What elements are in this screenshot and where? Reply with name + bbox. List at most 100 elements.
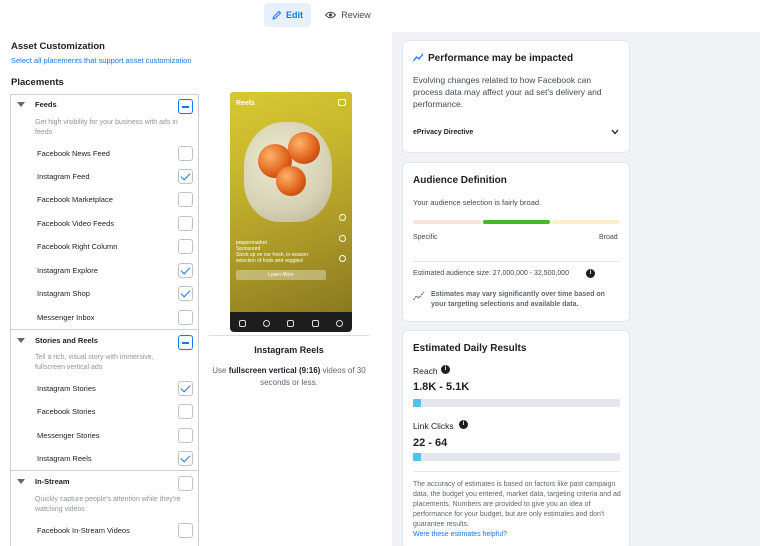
- group-description: Tell a rich, visual story with immersive…: [35, 354, 154, 371]
- link-clicks-progress-fill: [413, 453, 422, 461]
- chevron-down-icon[interactable]: [17, 102, 25, 107]
- estimated-audience-size: Estimated audience size: 27,000,000 - 32…: [413, 270, 570, 277]
- checkbox-instagram-explore[interactable]: [178, 263, 193, 278]
- checkbox-facebook-stories[interactable]: [178, 404, 193, 419]
- reach-value: 1.8K - 5.1K: [413, 381, 470, 393]
- preview-desc-bold: fullscreen vertical (9:16): [228, 366, 321, 375]
- placement-label: Facebook Right Column: [37, 242, 118, 251]
- link-clicks-progress: [413, 453, 620, 461]
- checkbox-facebook-news-feed[interactable]: [178, 146, 193, 161]
- chevron-down-icon[interactable]: [17, 338, 25, 343]
- home-icon: [238, 320, 246, 327]
- peach: [288, 132, 320, 164]
- preview-caption: peppermarket Sponsored Stock up on our f…: [236, 240, 322, 264]
- camera-icon: [338, 99, 346, 106]
- group-name: Feeds: [35, 100, 57, 109]
- audience-meter-current: [483, 220, 550, 224]
- checkbox-facebook-marketplace[interactable]: [178, 192, 193, 207]
- edit-pane: Asset Customization Select all placement…: [0, 32, 392, 546]
- broad-label: Broad: [599, 234, 618, 241]
- share-icon: [339, 255, 346, 262]
- reels-icon: [287, 320, 295, 327]
- group-feeds[interactable]: Feeds: [11, 97, 198, 115]
- estimates-helpful-link[interactable]: Were these estimates helpful?: [413, 531, 507, 538]
- divider: [413, 261, 620, 262]
- group-description: Quickly capture people's attention while…: [35, 496, 181, 513]
- group-in-stream-checkbox[interactable]: [178, 476, 193, 491]
- checkbox-instagram-stories[interactable]: [178, 381, 193, 396]
- select-all-placements-link[interactable]: Select all placements that support asset…: [11, 56, 192, 65]
- audience-meter-broad: [552, 220, 620, 224]
- audience-definition-card: Audience Definition Your audience select…: [402, 162, 630, 322]
- info-icon[interactable]: i: [459, 420, 468, 429]
- placement-label: Facebook Video Feeds: [37, 219, 114, 228]
- top-bar: Edit Review: [0, 0, 760, 32]
- estimates-disclaimer: The accuracy of estimates is based on fa…: [413, 481, 621, 528]
- placements-title: Placements: [11, 77, 64, 88]
- link-clicks-value: 22 - 64: [413, 437, 448, 449]
- audience-meter-specific: [413, 220, 481, 224]
- estimate-note: Estimates may vary significantly over ti…: [431, 291, 605, 308]
- checkbox-facebook-in-stream-videos[interactable]: [178, 523, 193, 538]
- group-feeds-checkbox[interactable]: [178, 99, 193, 114]
- checkbox-instagram-shop[interactable]: [178, 286, 193, 301]
- preview-image: Reels peppermarket Sponsored Stock up on…: [230, 92, 352, 312]
- audience-title: Audience Definition: [413, 175, 507, 186]
- placement-label: Facebook Marketplace: [37, 195, 113, 204]
- checkbox-messenger-inbox[interactable]: [178, 310, 193, 325]
- eprivacy-directive-link[interactable]: ePrivacy Directive: [413, 129, 473, 136]
- performance-card: Performance may be impacted Evolving cha…: [402, 40, 630, 153]
- checkbox-facebook-right-column[interactable]: [178, 239, 193, 254]
- checkbox-facebook-video-feeds[interactable]: [178, 216, 193, 231]
- pencil-icon: [272, 10, 282, 20]
- placement-label: Instagram Reels: [37, 454, 92, 463]
- divider: [11, 470, 198, 471]
- preview-description: Use fullscreen vertical (9:16) videos of…: [209, 365, 369, 389]
- reach-progress-fill: [413, 399, 422, 407]
- divider: [209, 335, 369, 336]
- tab-edit[interactable]: Edit: [264, 3, 311, 27]
- divider: [413, 471, 620, 472]
- group-stories-and-reels[interactable]: Stories and Reels: [11, 333, 198, 351]
- info-icon[interactable]: i: [441, 365, 450, 374]
- checkbox-messenger-stories[interactable]: [178, 428, 193, 443]
- audience-status: Your audience selection is fairly broad.: [413, 198, 542, 207]
- summary-pane: Performance may be impacted Evolving cha…: [392, 32, 760, 546]
- group-description: Get high visibility for your business wi…: [35, 119, 178, 136]
- asset-customization-title: Asset Customization: [11, 41, 105, 52]
- info-icon[interactable]: i: [586, 269, 595, 278]
- placement-label: Messenger Stories: [37, 431, 100, 440]
- placements-list: Feeds Get high visibility for your busin…: [10, 94, 199, 546]
- sparkle-chart-icon: [413, 53, 424, 62]
- comment-icon: [339, 235, 346, 242]
- chevron-down-icon[interactable]: [17, 479, 25, 484]
- placement-label: Facebook News Feed: [37, 149, 110, 158]
- chevron-down-icon[interactable]: [611, 129, 619, 135]
- group-stories-checkbox[interactable]: [178, 335, 193, 350]
- divider: [11, 329, 198, 330]
- results-title: Estimated Daily Results: [413, 343, 527, 354]
- checkbox-instagram-feed[interactable]: [178, 169, 193, 184]
- search-icon: [263, 320, 271, 327]
- preview-screen-label: Reels: [236, 100, 255, 107]
- tab-review[interactable]: Review: [322, 3, 374, 27]
- group-in-stream[interactable]: In-Stream: [11, 474, 198, 492]
- preview-desc-pre: Use: [212, 366, 229, 375]
- placement-label: Instagram Stories: [37, 384, 96, 393]
- eye-icon: [325, 11, 337, 19]
- performance-title: Performance may be impacted: [428, 53, 574, 64]
- reach-label: Reach: [413, 366, 438, 376]
- peach: [276, 166, 306, 196]
- placement-label: Instagram Feed: [37, 172, 90, 181]
- specific-label: Specific: [413, 234, 438, 241]
- placement-label: Facebook Stories: [37, 407, 96, 416]
- checkbox-instagram-reels[interactable]: [178, 451, 193, 466]
- tab-edit-label: Edit: [286, 10, 303, 20]
- trend-icon: [413, 291, 425, 301]
- placement-label: Instagram Explore: [37, 266, 98, 275]
- performance-body: Evolving changes related to how Facebook…: [413, 75, 602, 109]
- profile-icon: [336, 320, 344, 327]
- group-name: Stories and Reels: [35, 336, 98, 345]
- placement-label: Facebook In-Stream Videos: [37, 526, 130, 535]
- reels-preview-phone: Reels peppermarket Sponsored Stock up on…: [230, 92, 352, 332]
